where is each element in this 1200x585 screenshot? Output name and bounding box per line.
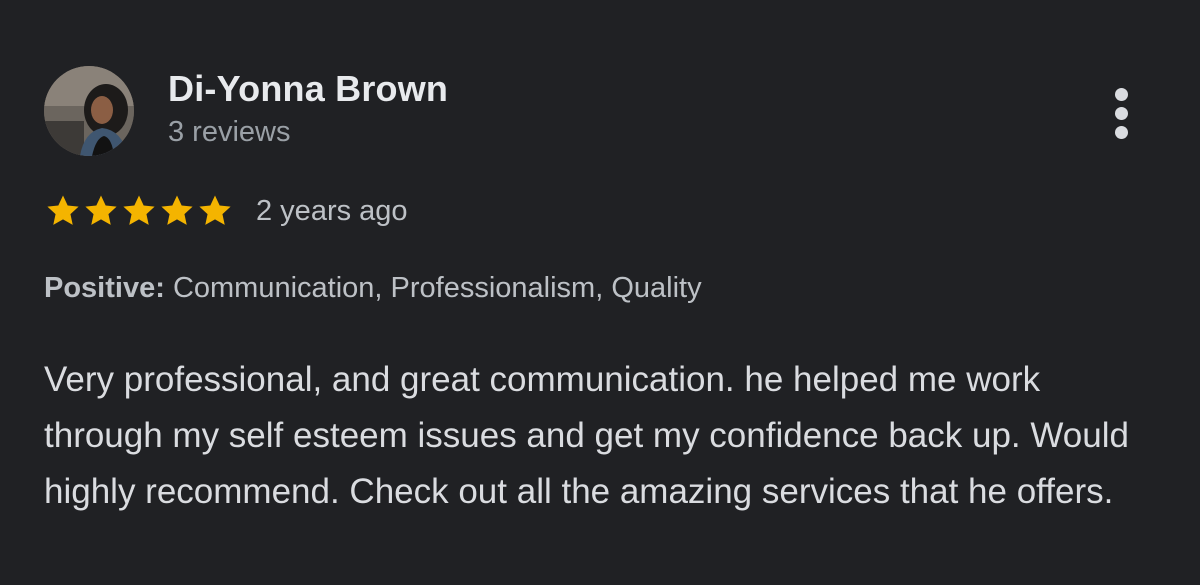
author-avatar[interactable] <box>44 66 134 156</box>
review-highlights: Positive: Communication, Professionalism… <box>44 272 702 305</box>
review-date: 2 years ago <box>256 194 408 227</box>
highlights-label: Positive: <box>44 272 165 304</box>
avatar-photo-icon <box>44 66 134 156</box>
more-vert-icon <box>1115 88 1128 101</box>
star-icon <box>47 195 79 225</box>
review-text: Very professional, and great communicati… <box>44 360 1129 511</box>
star-rating <box>44 192 234 230</box>
more-vert-icon-dot <box>1115 126 1128 139</box>
star-icon <box>123 195 155 225</box>
review-card: Di-Yonna Brown 3 reviews 2 years ago Pos… <box>0 0 1200 585</box>
star-icon <box>161 195 193 225</box>
highlights-value: Communication, Professionalism, Quality <box>172 272 702 304</box>
rating-row: 2 years ago <box>44 188 408 234</box>
author-review-count[interactable]: 3 reviews <box>168 116 291 149</box>
star-icon <box>199 195 231 225</box>
star-icon <box>85 195 117 225</box>
more-options-button[interactable] <box>1098 82 1146 144</box>
more-vert-icon-dot <box>1115 107 1128 120</box>
author-name[interactable]: Di-Yonna Brown <box>168 68 448 110</box>
